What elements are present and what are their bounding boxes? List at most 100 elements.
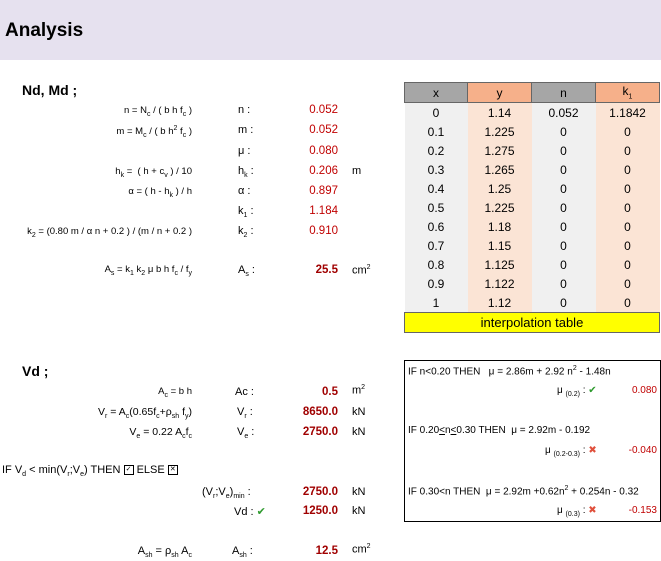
cell-x: 0.5 xyxy=(404,198,468,217)
table-row: 0.5 1.225 0 0 xyxy=(404,198,660,217)
ash-value: 12.5 xyxy=(315,545,338,557)
cell-n: 0 xyxy=(531,122,596,141)
variable-label: k1 : xyxy=(238,205,254,220)
check-icon: ✔ xyxy=(588,385,597,396)
formula: m = Mc / ( b h2 fc ) xyxy=(116,125,192,140)
page-title: Analysis xyxy=(5,20,84,41)
table-row: 0 1.14 0.052 1.1842 xyxy=(404,102,660,122)
mu-case1-label-group: μ (0.2) : ✔ xyxy=(557,385,597,398)
cell-y: 1.14 xyxy=(467,102,532,122)
cell-y: 1.18 xyxy=(467,217,532,236)
section-heading-vd: Vd ; xyxy=(22,363,49,379)
mu-case2-formula: IF 0.20<n<0.30 THEN μ = 2.92m - 0.192 xyxy=(408,425,591,436)
variable-value: 0.052 xyxy=(309,104,338,116)
ash-unit: cm2 xyxy=(352,543,371,556)
cross-icon: ✖ xyxy=(588,505,597,516)
section-heading-nd-md: Nd, Md ; xyxy=(22,82,78,98)
variable-value: 0.910 xyxy=(309,225,338,237)
cell-n: 0.052 xyxy=(531,102,596,122)
variable-label: μ : xyxy=(238,145,251,157)
check-icon: ✔ xyxy=(256,506,266,518)
interpolation-table: x y n k1 0 1.14 0.052 1.1842 0.1 1.225 0 0 0.2 1.… xyxy=(404,82,660,333)
cell-x: 0.1 xyxy=(404,122,468,141)
as-formula: As = k1 k2 μ b h fc / fy xyxy=(104,264,192,277)
table-row: 0.1 1.225 0 0 xyxy=(404,122,660,141)
ve-value: 2750.0 xyxy=(302,426,338,438)
mu-case3-formula: IF 0.30<n THEN μ = 2.92m +0.62n2 + 0.254… xyxy=(408,485,639,498)
formula: α = ( h - hk ) / h xyxy=(128,186,192,199)
cell-n: 0 xyxy=(531,217,596,236)
ac-unit: m2 xyxy=(352,384,366,397)
min-unit: kN xyxy=(352,486,366,498)
cell-x: 0.3 xyxy=(404,160,468,179)
mu-case1-label: μ (0.2) : xyxy=(557,385,586,398)
table-header-k1: k1 xyxy=(595,82,660,103)
mu-case2-label: μ (0.2-0.3) : xyxy=(545,445,586,458)
variable-value: 0.052 xyxy=(309,124,338,136)
cell-k1: 0 xyxy=(595,141,660,160)
ac-formula: Ac = b h xyxy=(158,386,192,399)
table-caption: interpolation table xyxy=(404,312,660,333)
cell-y: 1.225 xyxy=(467,198,532,217)
vr-value: 8650.0 xyxy=(302,406,338,418)
cell-x: 1 xyxy=(404,293,468,313)
cell-k1: 0 xyxy=(595,236,660,255)
variable-label: n : xyxy=(238,104,251,116)
variable-label: α : xyxy=(238,185,251,197)
table-row: 0.3 1.265 0 0 xyxy=(404,160,660,179)
vd-label-group: Vd : ✔ xyxy=(234,505,266,518)
mu-case1-formula: IF n<0.20 THEN μ = 2.86m + 2.92 n2 - 1.4… xyxy=(408,365,611,378)
cell-n: 0 xyxy=(531,236,596,255)
cell-y: 1.125 xyxy=(467,255,532,274)
vd-unit: kN xyxy=(352,505,366,517)
cell-y: 1.265 xyxy=(467,160,532,179)
ve-formula: Ve = 0.22 Acfc xyxy=(129,426,192,441)
variable-unit: m xyxy=(352,165,362,177)
mu-case1-value: 0.080 xyxy=(631,385,657,396)
min-value: 2750.0 xyxy=(302,486,338,498)
ash-formula: Ash = ρsh Ac xyxy=(137,545,192,560)
mu-condition-box: IF n<0.20 THEN μ = 2.86m + 2.92 n2 - 1.4… xyxy=(404,360,661,522)
formula: n = Nc / ( b h fc ) xyxy=(123,105,192,118)
cell-n: 0 xyxy=(531,293,596,313)
header-bar: Analysis xyxy=(0,0,661,60)
cell-k1: 0 xyxy=(595,293,660,313)
cell-y: 1.122 xyxy=(467,274,532,293)
vr-unit: kN xyxy=(352,406,366,418)
table-row: 0.6 1.18 0 0 xyxy=(404,217,660,236)
cell-n: 0 xyxy=(531,255,596,274)
variable-label: m : xyxy=(238,124,254,136)
cell-y: 1.25 xyxy=(467,179,532,198)
cell-y: 1.12 xyxy=(467,293,532,313)
ve-label: Ve : xyxy=(237,426,255,441)
cell-k1: 0 xyxy=(595,179,660,198)
as-label: As : xyxy=(238,264,255,279)
ash-label: Ash : xyxy=(232,545,253,560)
cell-k1: 0 xyxy=(595,274,660,293)
as-value: 25.5 xyxy=(315,264,338,276)
cell-x: 0.8 xyxy=(404,255,468,274)
cell-n: 0 xyxy=(531,141,596,160)
variable-value: 0.206 xyxy=(309,165,338,177)
cell-y: 1.225 xyxy=(467,122,532,141)
table-row: 1 1.12 0 0 xyxy=(404,293,660,313)
table-row: 0.9 1.122 0 0 xyxy=(404,274,660,293)
cell-x: 0.4 xyxy=(404,179,468,198)
variable-label: k2 : xyxy=(238,225,254,240)
cell-y: 1.15 xyxy=(467,236,532,255)
vd-condition-text: IF Vd < min(Vr;Ve) THEN xyxy=(2,464,121,479)
formula: hk = ( h + cv ) / 10 xyxy=(115,166,192,179)
table-header-y: y xyxy=(467,82,532,103)
checkbox-icon[interactable]: ✓ xyxy=(123,465,134,476)
ac-label: Ac : xyxy=(235,386,254,398)
formula: k2 = (0.80 m / α n + 0.2 ) / (m / n + 0.… xyxy=(27,226,192,239)
min-label: (Vr;Ve)min : xyxy=(202,486,251,501)
cell-y: 1.275 xyxy=(467,141,532,160)
as-unit: cm2 xyxy=(352,264,371,277)
mu-case3-value: -0.153 xyxy=(628,505,657,516)
checkbox-icon[interactable]: ✕ xyxy=(167,465,178,476)
ac-value: 0.5 xyxy=(322,386,338,398)
cell-x: 0 xyxy=(404,102,468,122)
vr-formula: Vr = Ac(0.65fc+ρsh fy) xyxy=(98,406,192,421)
mu-case2-label-group: μ (0.2-0.3) : ✖ xyxy=(545,445,597,458)
